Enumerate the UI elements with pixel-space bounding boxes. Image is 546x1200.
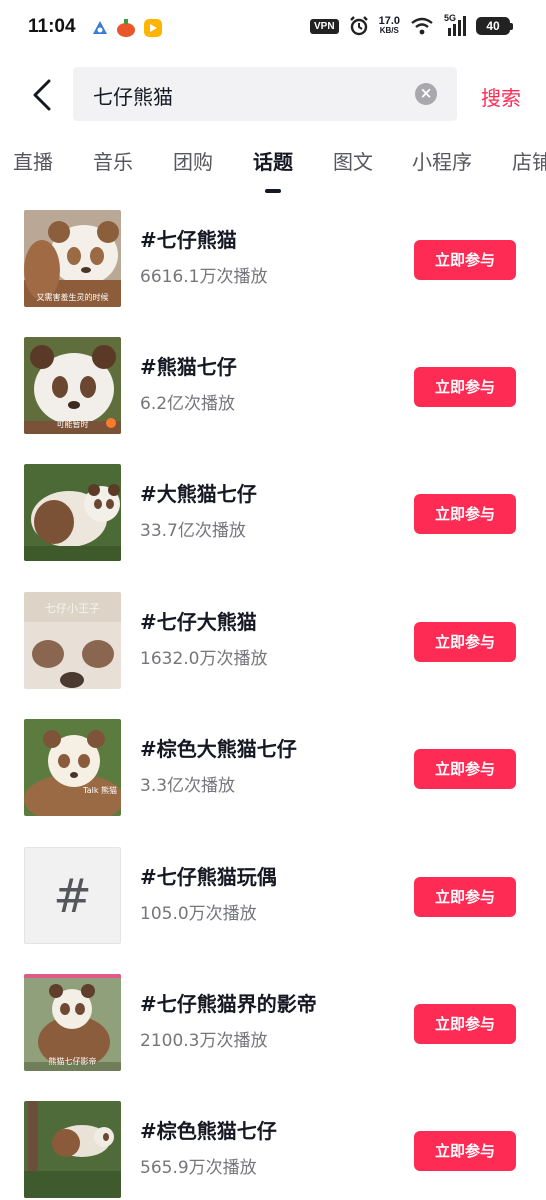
play-count: 2100.3万次播放 [140,1031,268,1051]
topic-title[interactable]: #七仔大熊猫 [140,606,257,635]
search-query: 七仔熊猫 [93,85,173,109]
tab-live[interactable]: 直播 [13,146,53,175]
notification-icons [92,19,162,37]
thumbnail-caption: 可能暂时 [56,420,89,429]
hashtag-placeholder-thumbnail[interactable]: # [24,847,121,944]
tab-topics[interactable]: 话题 [253,146,293,175]
topic-title[interactable]: #棕色大熊猫七仔 [140,733,297,762]
topic-thumbnail[interactable] [24,1101,121,1198]
topic-title[interactable]: #大熊猫七仔 [140,478,257,507]
play-count: 33.7亿次播放 [140,521,246,541]
alarm-icon [349,16,368,36]
chevron-left-icon [33,79,51,111]
net-speed-unit: KB/S [379,26,399,35]
play-count: 6616.1万次播放 [140,267,268,287]
topic-thumbnail[interactable]: 又需害羞生灵的时候 [24,210,121,307]
topic-title[interactable]: #七仔熊猫玩偶 [140,861,277,890]
vpn-badge: VPN [310,18,339,34]
play-count: 6.2亿次播放 [140,394,236,414]
topic-title[interactable]: #七仔熊猫 [140,224,237,253]
topic-thumbnail[interactable] [24,464,121,561]
search-input[interactable]: 七仔熊猫 × [73,67,457,121]
app-notification-icon [93,21,107,34]
list-item[interactable]: 熊猫七仔影帝 #七仔熊猫界的影帝 2100.3万次播放 立即参与 [0,974,546,1072]
topic-thumbnail[interactable]: 熊猫七仔影帝 [24,974,121,1071]
status-time: 11:04 [28,16,76,37]
join-button[interactable]: 立即参与 [414,367,516,407]
list-item[interactable]: 可能暂时 #熊猫七仔 6.2亿次播放 立即参与 [0,337,546,435]
play-count: 105.0万次播放 [140,904,257,924]
list-item[interactable]: 又需害羞生灵的时候 #七仔熊猫 6616.1万次播放 立即参与 [0,210,546,308]
join-button[interactable]: 立即参与 [414,622,516,662]
back-button[interactable] [22,73,62,117]
app-notification-icon [117,19,135,37]
tab-group-buy[interactable]: 团购 [173,146,213,175]
battery-indicator: 40 [476,17,513,35]
join-button[interactable]: 立即参与 [414,877,516,917]
search-button[interactable]: 搜索 [481,82,521,111]
topic-title[interactable]: #七仔熊猫界的影帝 [140,988,317,1017]
thumbnail-caption: Talk 熊猫 [83,786,117,795]
active-tab-indicator [265,189,281,193]
panda-image [24,719,121,816]
topic-thumbnail[interactable]: Talk 熊猫 [24,719,121,816]
close-icon: × [419,84,433,102]
list-item[interactable]: #棕色熊猫七仔 565.9万次播放 立即参与 [0,1101,546,1199]
join-button[interactable]: 立即参与 [414,749,516,789]
play-count: 1632.0万次播放 [140,649,268,669]
tab-music[interactable]: 音乐 [93,146,133,175]
panda-image [24,1101,121,1198]
clear-search-button[interactable]: × [415,83,437,105]
net-speed: 17.0 KB/S [379,16,400,36]
panda-image [24,464,121,561]
join-button[interactable]: 立即参与 [414,240,516,280]
join-button[interactable]: 立即参与 [414,494,516,534]
wifi-icon [411,17,433,35]
tab-image-text[interactable]: 图文 [333,146,373,175]
join-button[interactable]: 立即参与 [414,1131,516,1171]
hashtag-icon: # [53,868,92,923]
play-count: 565.9万次播放 [140,1158,257,1178]
join-button[interactable]: 立即参与 [414,1004,516,1044]
tab-mini-programs[interactable]: 小程序 [412,146,472,175]
list-item[interactable]: #大熊猫七仔 33.7亿次播放 立即参与 [0,464,546,562]
list-item[interactable]: # #七仔熊猫玩偶 105.0万次播放 立即参与 [0,847,546,945]
topic-thumbnail[interactable]: 可能暂时 [24,337,121,434]
status-indicators: VPN 17.0 KB/S 5G 40 [310,13,513,36]
topic-title[interactable]: #熊猫七仔 [140,351,237,380]
topic-title[interactable]: #棕色熊猫七仔 [140,1115,277,1144]
topic-thumbnail[interactable]: 七仔小王子 [24,592,121,689]
play-count: 3.3亿次播放 [140,776,236,796]
cell-signal: 5G [444,13,466,36]
thumbnail-caption: 又需害羞生灵的时候 [36,293,109,302]
thumbnail-caption: 熊猫七仔影帝 [48,1057,97,1066]
list-item[interactable]: Talk 熊猫 #棕色大熊猫七仔 3.3亿次播放 立即参与 [0,719,546,817]
status-bar: 11:04 VPN 17.0 KB/S 5G 40 [0,0,546,60]
tab-shops[interactable]: 店铺 [512,146,546,175]
signal-bars-icon [448,16,466,36]
list-item[interactable]: 七仔小王子 #七仔大熊猫 1632.0万次播放 立即参与 [0,592,546,690]
app-notification-icon [144,19,162,37]
thumbnail-caption: 七仔小王子 [45,602,100,615]
